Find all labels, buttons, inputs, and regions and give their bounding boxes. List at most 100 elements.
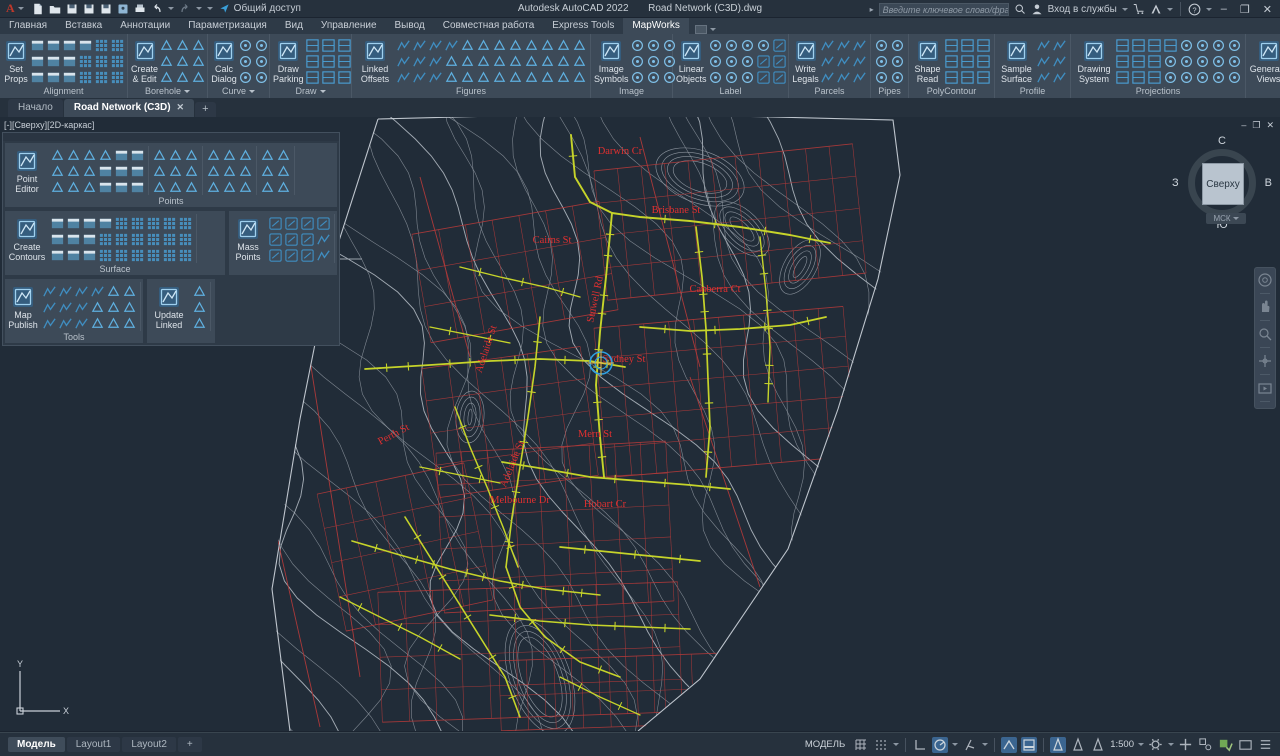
- ribbon-tab-совместная-работа[interactable]: Совместная работа: [434, 18, 544, 34]
- projections-tool-18-icon[interactable]: [1211, 38, 1226, 53]
- surface-0-tool-19-icon[interactable]: [146, 232, 161, 247]
- alignment-tool-8-icon[interactable]: [62, 70, 77, 85]
- tools-0-tool-4-icon[interactable]: [58, 300, 73, 315]
- curve-tool-0-icon[interactable]: [238, 38, 253, 53]
- points-0-tool-15-icon[interactable]: [130, 148, 145, 163]
- mass-points-0-tool-2-icon[interactable]: [268, 248, 283, 263]
- borehole-tool-5-icon[interactable]: [175, 70, 190, 85]
- linked-offsets-button[interactable]: Linked Offsets: [355, 36, 395, 84]
- points-0-tool-1-icon[interactable]: [50, 164, 65, 179]
- mapworks-floating-palette[interactable]: Point Editor Points Create Contours Surface Ma…: [2, 132, 340, 346]
- set-props-button[interactable]: Set Props: [3, 36, 29, 84]
- viewport-minimize-button[interactable]: –: [1241, 120, 1246, 131]
- points-0-tool-10-icon[interactable]: [98, 164, 113, 179]
- points-3-tool-1-icon[interactable]: [260, 164, 275, 179]
- pipes-tool-1-icon[interactable]: [874, 54, 889, 69]
- tools-0-tool-14-icon[interactable]: [106, 316, 121, 331]
- surface-0-tool-6-icon[interactable]: [82, 216, 97, 231]
- mass-points-0-tool-9-icon[interactable]: [316, 216, 331, 231]
- projections-tool-6-icon[interactable]: [1147, 38, 1162, 53]
- panel-label-projections[interactable]: Projections: [1071, 85, 1245, 98]
- projections-tool-16-icon[interactable]: [1195, 54, 1210, 69]
- parcels-tool-0-icon[interactable]: [820, 38, 835, 53]
- profile-tool-4-icon[interactable]: [1052, 54, 1067, 69]
- draw-tool-8-icon[interactable]: [337, 70, 352, 85]
- label-tool-7-icon[interactable]: [740, 54, 755, 69]
- figures-tool-17-icon[interactable]: [476, 70, 491, 85]
- annotation-scale-button[interactable]: 1:500: [1110, 739, 1134, 750]
- points-0-tool-11-icon[interactable]: [98, 180, 113, 195]
- alignment-tool-3-icon[interactable]: [46, 38, 61, 53]
- image-tool-1-icon[interactable]: [630, 54, 645, 69]
- points-1-tool-7-icon[interactable]: [184, 164, 199, 179]
- surface-0-tool-0-icon[interactable]: [50, 216, 65, 231]
- figures-tool-14-icon[interactable]: [460, 70, 475, 85]
- draw-tool-6-icon[interactable]: [337, 38, 352, 53]
- figures-tool-9-icon[interactable]: [444, 38, 459, 53]
- viewport-close-button[interactable]: ✕: [1266, 120, 1274, 131]
- parcels-tool-1-icon[interactable]: [820, 54, 835, 69]
- label-tool-9-icon[interactable]: [756, 38, 771, 53]
- label-tool-11-icon[interactable]: [756, 70, 771, 85]
- alignment-tool-6-icon[interactable]: [62, 38, 77, 53]
- figures-tool-18-icon[interactable]: [492, 38, 507, 53]
- alignment-tool-15-icon[interactable]: [110, 38, 125, 53]
- mass-points-0-tool-4-icon[interactable]: [284, 232, 299, 247]
- projections-tool-15-icon[interactable]: [1195, 38, 1210, 53]
- pipes-tool-5-icon[interactable]: [890, 70, 905, 85]
- points-2-tool-2-icon[interactable]: [206, 180, 221, 195]
- figures-tool-3-icon[interactable]: [412, 38, 427, 53]
- projections-tool-11-icon[interactable]: [1163, 70, 1178, 85]
- polycontour-tool-2-icon[interactable]: [944, 70, 959, 85]
- points-3-tool-2-icon[interactable]: [260, 180, 275, 195]
- autodesk-A-icon[interactable]: [1150, 3, 1162, 15]
- isolate-objects-icon[interactable]: [1198, 737, 1214, 753]
- surface-0-tool-7-icon[interactable]: [82, 232, 97, 247]
- figures-tool-7-icon[interactable]: [428, 54, 443, 69]
- document-tab-start[interactable]: Начало: [8, 99, 63, 117]
- create-edit-button[interactable]: Create & Edit: [131, 36, 158, 84]
- points-1-tool-8-icon[interactable]: [184, 180, 199, 195]
- polar-tracking-toggle-caret-icon[interactable]: [952, 743, 959, 746]
- draw-tool-1-icon[interactable]: [305, 54, 320, 69]
- panel-label-curve[interactable]: Curve: [208, 85, 269, 98]
- figures-tool-27-icon[interactable]: [540, 38, 555, 53]
- ortho-mode-toggle[interactable]: [912, 737, 928, 753]
- linear-objects-button[interactable]: Linear Objects: [676, 36, 707, 84]
- mass-points-0-tool-5-icon[interactable]: [284, 248, 299, 263]
- street-label[interactable]: Hobart Cr: [584, 499, 627, 510]
- update-linked-0-tool-1-icon[interactable]: [192, 300, 207, 315]
- surface-0-tool-21-icon[interactable]: [162, 216, 177, 231]
- snap-mode-toggle-caret-icon[interactable]: [893, 743, 900, 746]
- new-layout-button[interactable]: +: [177, 737, 202, 752]
- panel-label-figures[interactable]: Figures: [352, 85, 590, 98]
- points-3-tool-4-icon[interactable]: [276, 164, 291, 179]
- parcels-tool-2-icon[interactable]: [820, 70, 835, 85]
- projections-tool-14-icon[interactable]: [1179, 70, 1194, 85]
- tools-0-tool-11-icon[interactable]: [90, 316, 105, 331]
- figures-tool-26-icon[interactable]: [524, 70, 539, 85]
- alignment-tool-7-icon[interactable]: [62, 54, 77, 69]
- points-2-tool-0-icon[interactable]: [206, 148, 221, 163]
- figures-tool-16-icon[interactable]: [476, 54, 491, 69]
- borehole-tool-0-icon[interactable]: [159, 38, 174, 53]
- road-centerline[interactable]: [351, 540, 601, 596]
- mass-points-0-tool-3-icon[interactable]: [284, 216, 299, 231]
- image-tool-2-icon[interactable]: [630, 70, 645, 85]
- draw-tool-0-icon[interactable]: [305, 38, 320, 53]
- label-tool-1-icon[interactable]: [708, 54, 723, 69]
- label-tool-12-icon[interactable]: [772, 38, 787, 53]
- surface-0-tool-15-icon[interactable]: [130, 216, 145, 231]
- figures-tool-12-icon[interactable]: [460, 38, 475, 53]
- figures-tool-29-icon[interactable]: [540, 70, 555, 85]
- new-file-icon[interactable]: [32, 3, 44, 15]
- surface-0-tool-18-icon[interactable]: [146, 216, 161, 231]
- projections-tool-3-icon[interactable]: [1131, 38, 1146, 53]
- share-label[interactable]: Общий доступ: [234, 3, 301, 14]
- hamburger-icon[interactable]: [1258, 737, 1274, 753]
- shape-read-button[interactable]: Shape Read: [912, 36, 943, 84]
- projections-tool-13-icon[interactable]: [1179, 54, 1194, 69]
- points-2-tool-8-icon[interactable]: [238, 180, 253, 195]
- ribbon-tab-express-tools[interactable]: Express Tools: [543, 18, 623, 34]
- parcels-tool-8-icon[interactable]: [852, 70, 867, 85]
